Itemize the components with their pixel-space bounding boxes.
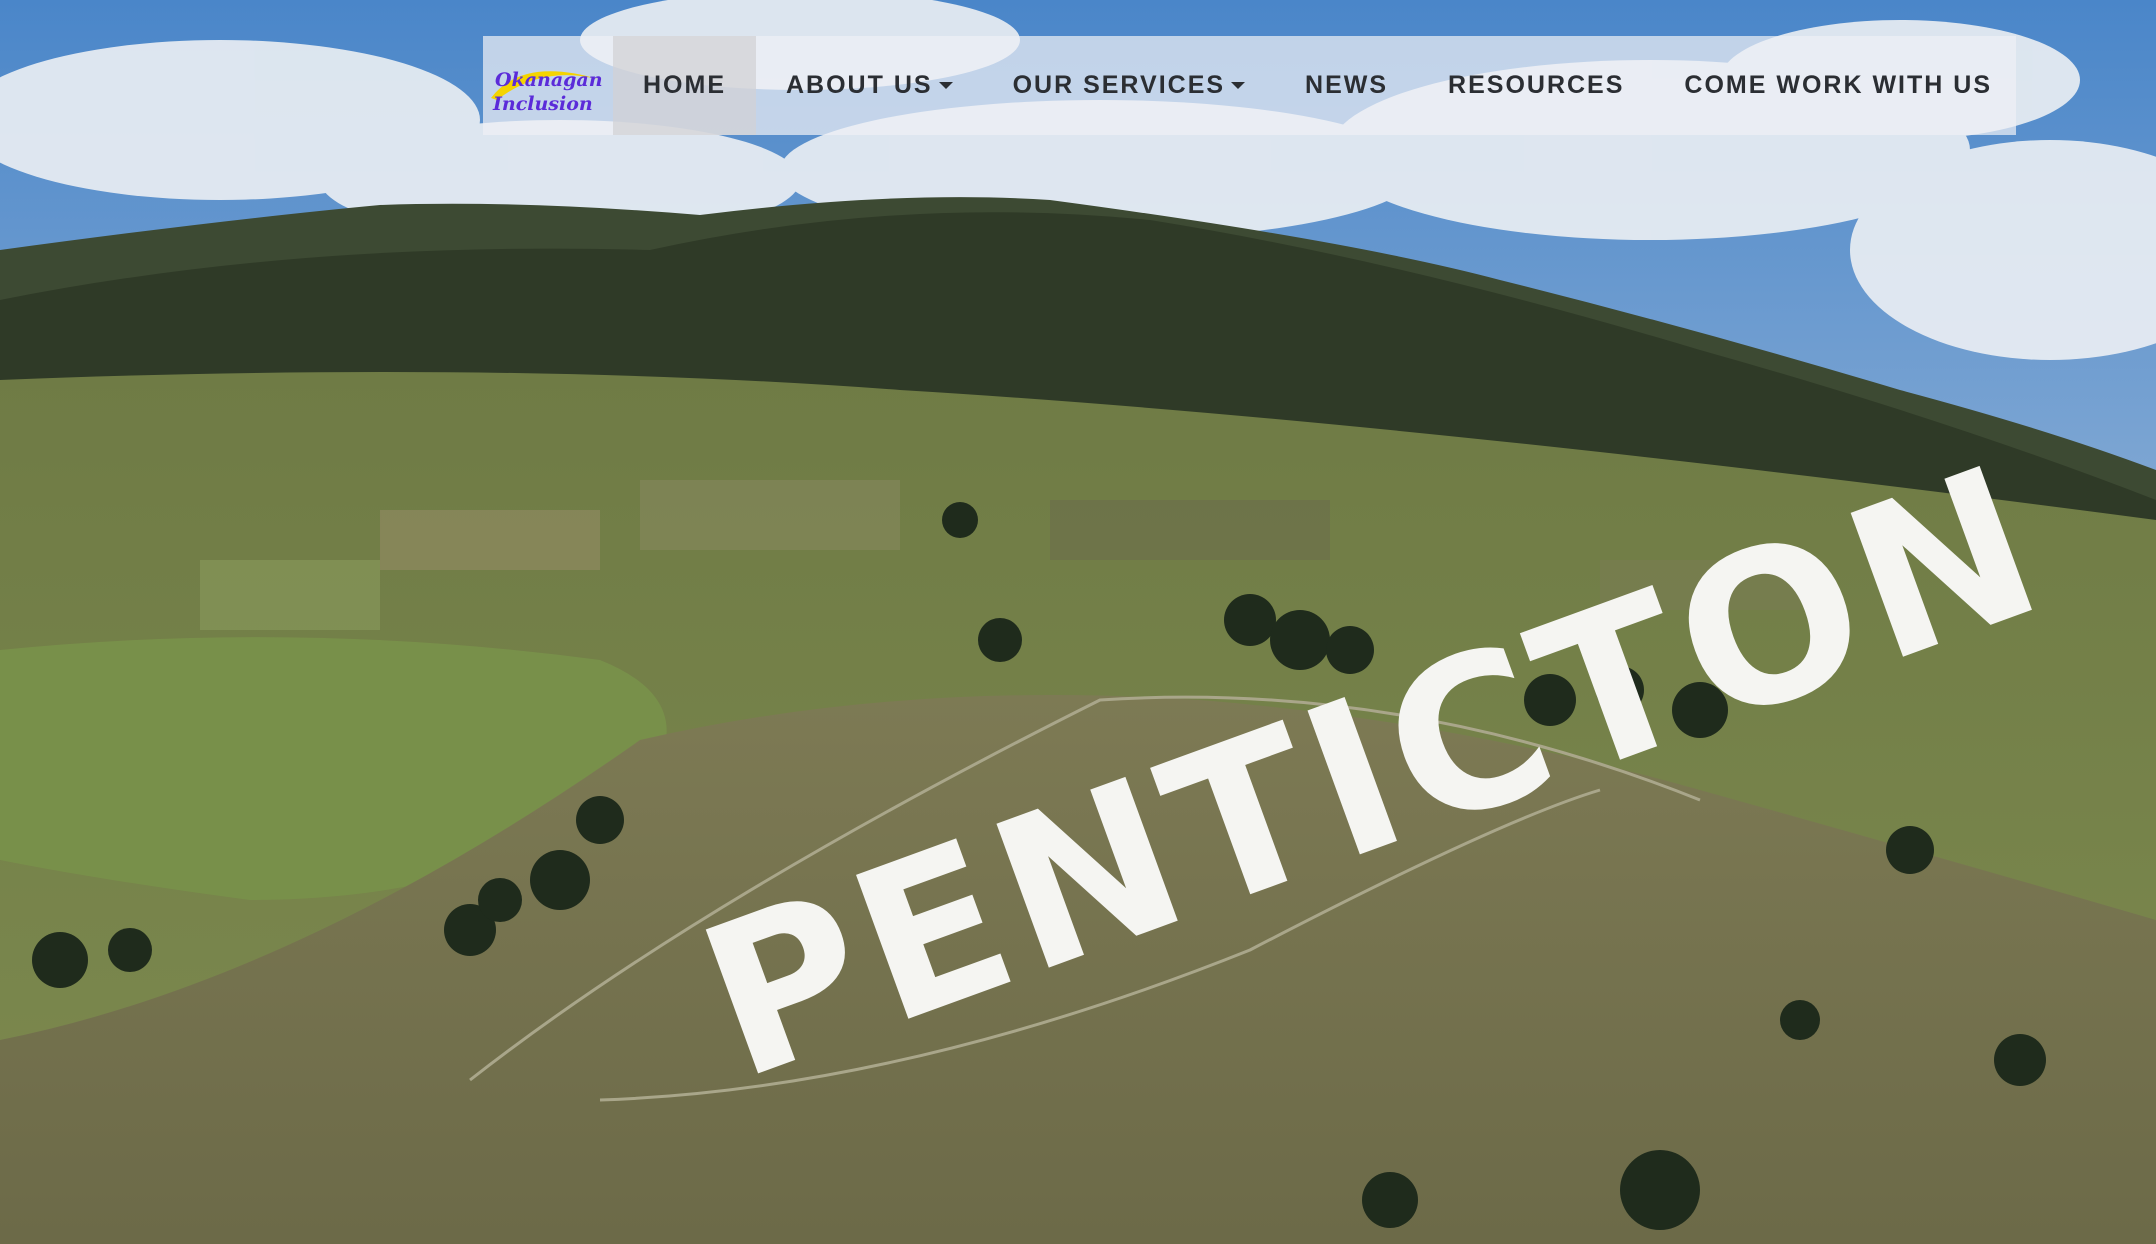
hero-image: PENTICTON [0,0,2156,1244]
nav-home[interactable]: HOME [613,36,756,135]
nav-our-services[interactable]: OUR SERVICES [983,36,1275,135]
penticton-hillside-photo: PENTICTON [0,0,2156,1244]
nav-about-us[interactable]: ABOUT US [756,36,983,135]
nav-come-work-with-us[interactable]: COME WORK WITH US [1654,36,2022,135]
nav-resources[interactable]: RESOURCES [1418,36,1654,135]
caret-down-icon [938,82,953,89]
logo-icon: Okanagan Inclusion [491,69,603,115]
okanagan-inclusion-logo[interactable]: Okanagan Inclusion [483,36,613,135]
svg-text:Inclusion: Inclusion [492,93,593,115]
svg-text:Okanagan: Okanagan [495,69,603,91]
nav-news-label: NEWS [1305,71,1389,99]
main-navbar: Okanagan Inclusion HOME ABOUT US OUR SER… [483,36,2016,135]
caret-down-icon [1231,82,1246,89]
nav-home-label: HOME [643,71,726,99]
nav-our-services-label: OUR SERVICES [1012,71,1226,99]
nav-come-work-with-us-label: COME WORK WITH US [1684,71,1993,99]
nav-about-us-label: ABOUT US [786,71,933,99]
nav-resources-label: RESOURCES [1448,71,1625,99]
nav-news[interactable]: NEWS [1275,36,1418,135]
